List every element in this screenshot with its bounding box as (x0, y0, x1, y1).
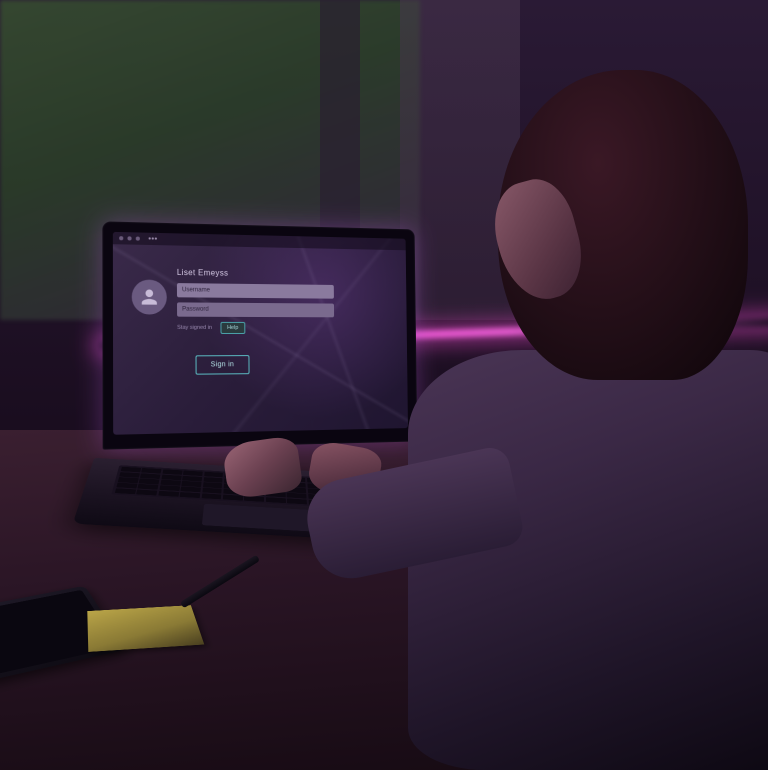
key[interactable] (115, 488, 136, 494)
laptop: ●●● Liset Emeyss Username Password Stay … (85, 225, 445, 560)
key[interactable] (136, 489, 157, 495)
window-control-icon[interactable] (136, 237, 140, 241)
coffee-cup (470, 372, 542, 470)
key[interactable] (393, 505, 414, 511)
laptop-screen: ●●● Liset Emeyss Username Password Stay … (113, 232, 408, 435)
key[interactable] (158, 491, 179, 497)
laptop-bezel: ●●● Liset Emeyss Username Password Stay … (102, 221, 417, 449)
key[interactable] (350, 502, 371, 508)
sticky-notes (87, 605, 204, 652)
helper-text: Stay signed in (177, 325, 212, 331)
key[interactable] (180, 492, 201, 498)
cup-sleeve (474, 412, 538, 446)
sign-in-button[interactable]: Sign in (195, 355, 249, 375)
key[interactable] (266, 497, 286, 503)
login-panel: Liset Emeyss Username Password Stay sign… (132, 267, 359, 334)
key[interactable] (201, 493, 221, 499)
key[interactable] (287, 498, 307, 504)
key[interactable] (308, 500, 328, 506)
username-input[interactable]: Username (177, 283, 334, 299)
key[interactable] (329, 501, 349, 507)
trackpad[interactable] (202, 504, 328, 533)
window-control-icon[interactable] (127, 236, 131, 240)
password-input[interactable]: Password (177, 302, 334, 317)
help-button[interactable]: Help (220, 322, 245, 334)
avatar (132, 279, 167, 314)
login-title: Liset Emeyss (177, 268, 358, 280)
user-icon (138, 286, 161, 309)
login-fields: Liset Emeyss Username Password Stay sign… (177, 268, 359, 334)
key[interactable] (371, 503, 392, 509)
menubar-label: ●●● (148, 236, 157, 242)
menubar: ●●● (113, 232, 406, 250)
window-control-icon[interactable] (119, 236, 123, 240)
